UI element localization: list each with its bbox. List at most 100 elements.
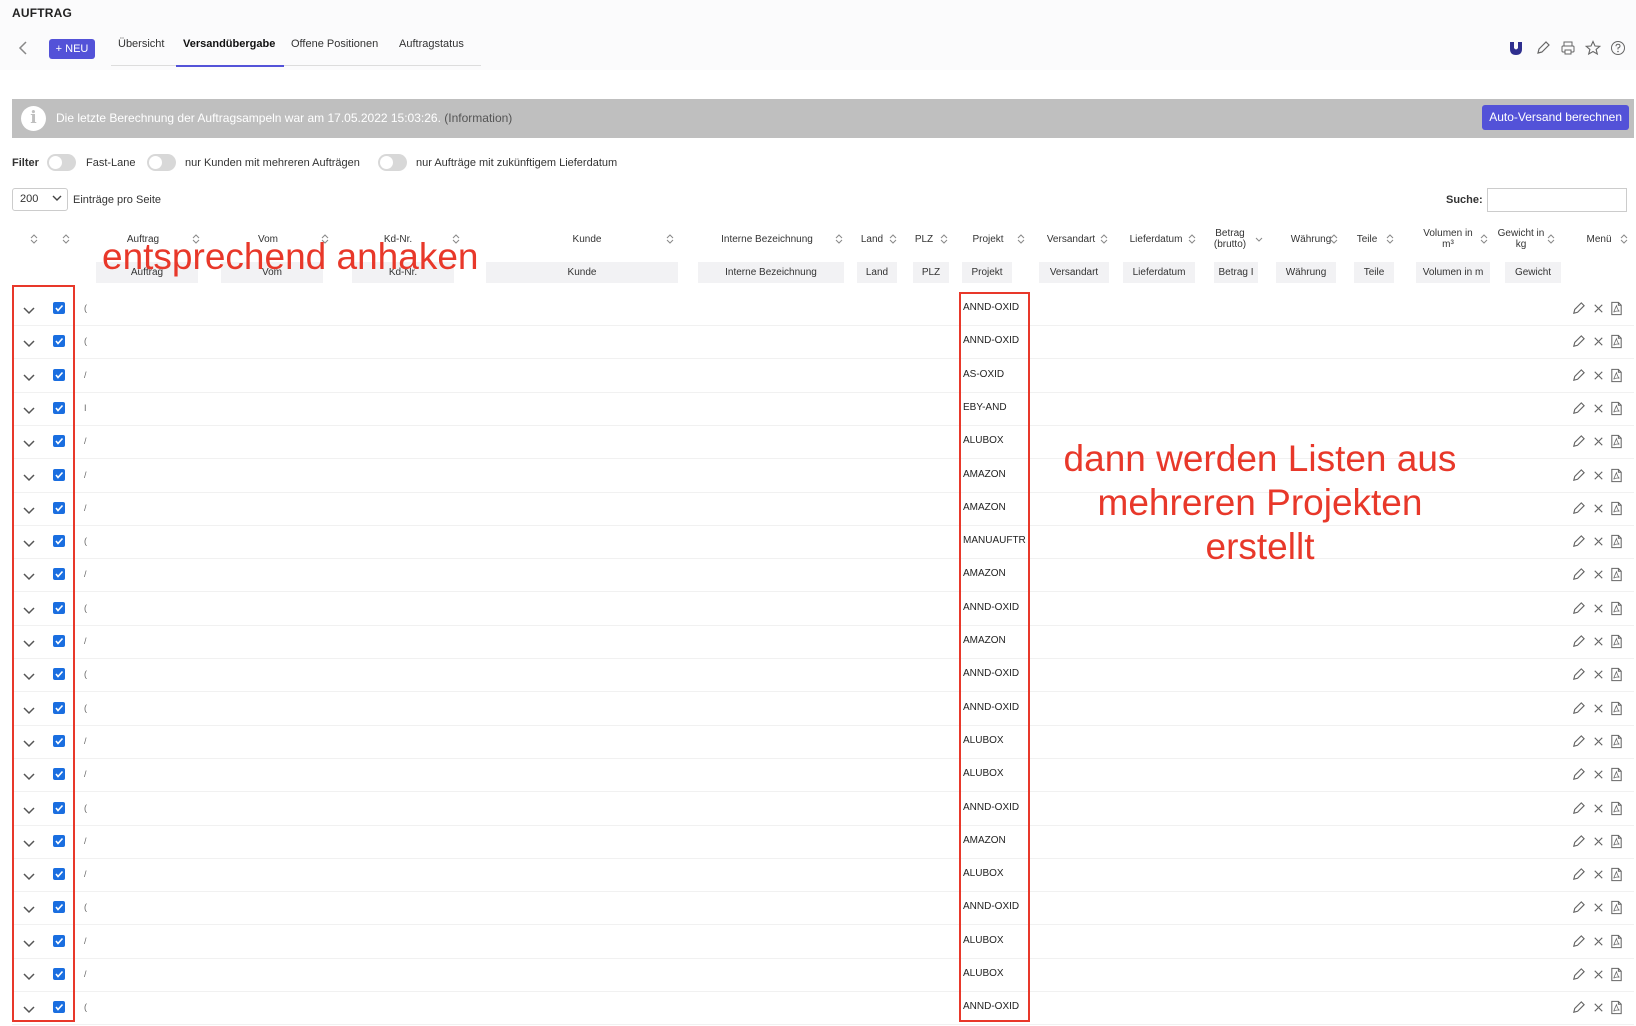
printer-icon[interactable]	[1560, 40, 1576, 56]
star-icon[interactable]	[1584, 40, 1602, 56]
search-input[interactable]	[1487, 188, 1627, 212]
auto-versand-button[interactable]: Auto-Versand berechnen	[1482, 105, 1629, 130]
filter-input-lieferdatum[interactable]: Lieferdatum	[1123, 262, 1195, 283]
pdf-icon[interactable]	[1609, 634, 1624, 649]
pencil-icon[interactable]	[1571, 734, 1586, 749]
sort-icon[interactable]	[1330, 225, 1338, 253]
pdf-icon[interactable]	[1609, 667, 1624, 682]
close-icon[interactable]	[1591, 701, 1606, 716]
column-header-projekt[interactable]: Projekt	[968, 225, 1008, 253]
sort-icon[interactable]	[940, 225, 948, 253]
table-row[interactable]: (ANND-OXID	[12, 793, 1634, 826]
pencil-icon[interactable]	[1571, 934, 1586, 949]
column-header-kunde[interactable]: Kunde	[532, 225, 642, 253]
sort-icon[interactable]	[1480, 225, 1488, 253]
pdf-icon[interactable]	[1609, 434, 1624, 449]
pdf-icon[interactable]	[1609, 967, 1624, 982]
sort-icon[interactable]	[889, 225, 897, 253]
filter-input-plz[interactable]: PLZ	[913, 262, 949, 283]
column-header-waehrung[interactable]: Währung	[1287, 225, 1335, 253]
sort-icon[interactable]	[1620, 225, 1628, 253]
pencil-icon[interactable]	[1571, 368, 1586, 383]
close-icon[interactable]	[1591, 334, 1606, 349]
table-row[interactable]: (ANND-OXID	[12, 326, 1634, 360]
filter-input-betrag[interactable]: Betrag I	[1214, 262, 1258, 283]
filter-input-gewicht[interactable]: Gewicht	[1505, 262, 1561, 283]
table-row[interactable]: / ALUBOX	[12, 959, 1634, 992]
pdf-icon[interactable]	[1609, 734, 1624, 749]
filter-input-teile[interactable]: Teile	[1354, 262, 1394, 283]
sort-icon[interactable]	[1017, 225, 1025, 253]
close-icon[interactable]	[1591, 967, 1606, 982]
column-header-land[interactable]: Land	[857, 225, 887, 253]
table-row[interactable]: / ALUBOX	[12, 859, 1634, 893]
pencil-icon[interactable]	[1571, 401, 1586, 416]
column-header-gewicht[interactable]: Gewicht in kg	[1496, 225, 1546, 253]
pencil-icon[interactable]	[1535, 40, 1551, 56]
column-header-volumen[interactable]: Volumen in m³	[1418, 225, 1478, 253]
pencil-icon[interactable]	[1571, 701, 1586, 716]
sort-icon[interactable]	[1100, 225, 1108, 253]
pdf-icon[interactable]	[1609, 334, 1624, 349]
close-icon[interactable]	[1591, 667, 1606, 682]
sort-icon[interactable]	[62, 225, 70, 253]
table-row[interactable]: (ANND-OXID	[12, 659, 1634, 693]
toggle-zukuenftiges-lieferdatum[interactable]	[378, 154, 407, 171]
sort-icon[interactable]	[666, 225, 674, 253]
entries-per-page-select[interactable]: 200	[12, 188, 68, 211]
pencil-icon[interactable]	[1571, 601, 1586, 616]
column-header-versandart[interactable]: Versandart	[1042, 225, 1100, 253]
filter-input-projekt[interactable]: Projekt	[962, 262, 1012, 283]
close-icon[interactable]	[1591, 468, 1606, 483]
close-icon[interactable]	[1591, 601, 1606, 616]
close-icon[interactable]	[1591, 634, 1606, 649]
pencil-icon[interactable]	[1571, 334, 1586, 349]
sort-icon[interactable]	[1547, 225, 1555, 253]
close-icon[interactable]	[1591, 834, 1606, 849]
pencil-icon[interactable]	[1571, 967, 1586, 982]
close-icon[interactable]	[1591, 867, 1606, 882]
pdf-icon[interactable]	[1609, 401, 1624, 416]
column-header-interne-bezeichnung[interactable]: Interne Bezeichnung	[707, 225, 827, 253]
sort-icon[interactable]	[835, 225, 843, 253]
pencil-icon[interactable]	[1571, 301, 1586, 316]
pdf-icon[interactable]	[1609, 701, 1624, 716]
pdf-icon[interactable]	[1609, 301, 1624, 316]
toggle-mehrere-auftraege[interactable]	[147, 154, 176, 171]
logo-icon[interactable]	[1508, 40, 1524, 56]
filter-input-land[interactable]: Land	[857, 262, 897, 283]
table-row[interactable]: I EBY-AND	[12, 393, 1634, 426]
table-row[interactable]: (ANND-OXID	[12, 593, 1634, 626]
close-icon[interactable]	[1591, 1000, 1606, 1015]
table-row[interactable]: (ANND-OXID	[12, 892, 1634, 926]
pencil-icon[interactable]	[1571, 534, 1586, 549]
column-header-betrag[interactable]: Betrag (brutto)	[1212, 225, 1248, 253]
pdf-icon[interactable]	[1609, 601, 1624, 616]
tab-auftragstatus[interactable]: Auftragstatus	[399, 38, 464, 50]
pencil-icon[interactable]	[1571, 801, 1586, 816]
pencil-icon[interactable]	[1571, 867, 1586, 882]
pencil-icon[interactable]	[1571, 468, 1586, 483]
help-icon[interactable]	[1610, 40, 1626, 56]
pdf-icon[interactable]	[1609, 834, 1624, 849]
table-row[interactable]: / ALUBOX	[12, 759, 1634, 793]
close-icon[interactable]	[1591, 567, 1606, 582]
pdf-icon[interactable]	[1609, 801, 1624, 816]
table-row[interactable]: / AMAZON	[12, 626, 1634, 659]
close-icon[interactable]	[1591, 434, 1606, 449]
filter-input-versandart[interactable]: Versandart	[1039, 262, 1109, 283]
back-icon[interactable]	[14, 38, 34, 58]
pdf-icon[interactable]	[1609, 934, 1624, 949]
table-row[interactable]: / AS-OXID	[12, 360, 1634, 393]
table-row[interactable]: / ALUBOX	[12, 726, 1634, 759]
close-icon[interactable]	[1591, 734, 1606, 749]
column-header-plz[interactable]: PLZ	[912, 225, 936, 253]
column-header-teile[interactable]: Teile	[1352, 225, 1382, 253]
table-row[interactable]: / AMAZON	[12, 826, 1634, 859]
pencil-icon[interactable]	[1571, 501, 1586, 516]
pdf-icon[interactable]	[1609, 534, 1624, 549]
sort-desc-icon[interactable]	[1255, 225, 1263, 253]
pdf-icon[interactable]	[1609, 767, 1624, 782]
pdf-icon[interactable]	[1609, 1000, 1624, 1015]
table-row[interactable]: (ANND-OXID	[12, 992, 1634, 1026]
